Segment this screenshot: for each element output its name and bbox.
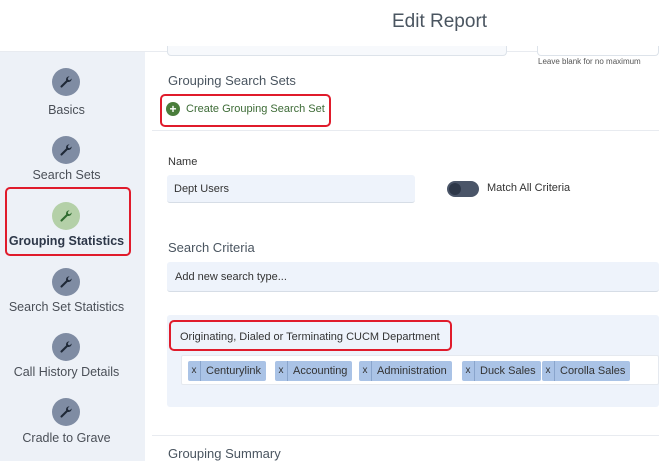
grouping-summary-title: Grouping Summary [168,446,281,461]
search-type-input[interactable]: Add new search type... [167,262,659,292]
search-criteria-title: Search Criteria [168,240,255,255]
sidebar-item-search-set-statistics[interactable]: Search Set Statistics [0,268,133,318]
tag: x Accounting [275,361,353,381]
tag-remove-button[interactable]: x [462,361,475,381]
sidebar-item-label: Search Set Statistics [8,300,125,314]
match-all-criteria-toggle[interactable] [447,181,479,197]
tag: x Administration [359,361,452,381]
page-header: Edit Report [0,0,659,52]
sidebar-item-label: Cradle to Grave [22,431,111,445]
tag-remove-button[interactable]: x [542,361,555,381]
wrench-icon [52,68,80,96]
tag: x Centurylink [188,361,267,381]
sidebar-item-label: Basics [48,103,85,117]
sidebar-item-cradle-to-grave[interactable]: Cradle to Grave [0,398,133,448]
name-input[interactable]: Dept Users [167,175,415,203]
name-label: Name [168,156,198,168]
highlight-box [169,320,452,351]
wrench-icon [52,268,80,296]
divider [152,130,659,131]
sidebar: Basics Search Sets Grouping Statistics S… [0,52,145,461]
grouping-section-title: Grouping Search Sets [168,73,296,88]
sidebar-item-call-history-details[interactable]: Call History Details [0,333,133,383]
sidebar-item-label: Search Sets [32,168,101,182]
wrench-icon [52,398,80,426]
page-title: Edit Report [392,11,488,32]
tag: x Corolla Sales [542,361,631,381]
previous-field[interactable] [167,46,507,56]
wrench-icon [52,333,80,361]
match-all-criteria-label: Match All Criteria [487,182,571,194]
maximum-hint: Leave blank for no maximum [538,57,641,66]
tag-remove-button[interactable]: x [275,361,288,381]
tag: x Duck Sales [462,361,541,381]
tag-remove-button[interactable]: x [188,361,201,381]
divider [152,435,659,436]
sidebar-item-search-sets[interactable]: Search Sets [0,136,133,186]
tag-input[interactable]: x Centurylink x Accounting x Administrat… [181,355,659,385]
highlight-box [5,187,131,256]
maximum-field[interactable] [537,46,659,56]
highlight-box [160,94,331,127]
wrench-icon [52,136,80,164]
sidebar-item-basics[interactable]: Basics [0,68,133,122]
tag-remove-button[interactable]: x [359,361,372,381]
toggle-knob [449,183,461,195]
sidebar-item-label: Call History Details [13,365,120,379]
